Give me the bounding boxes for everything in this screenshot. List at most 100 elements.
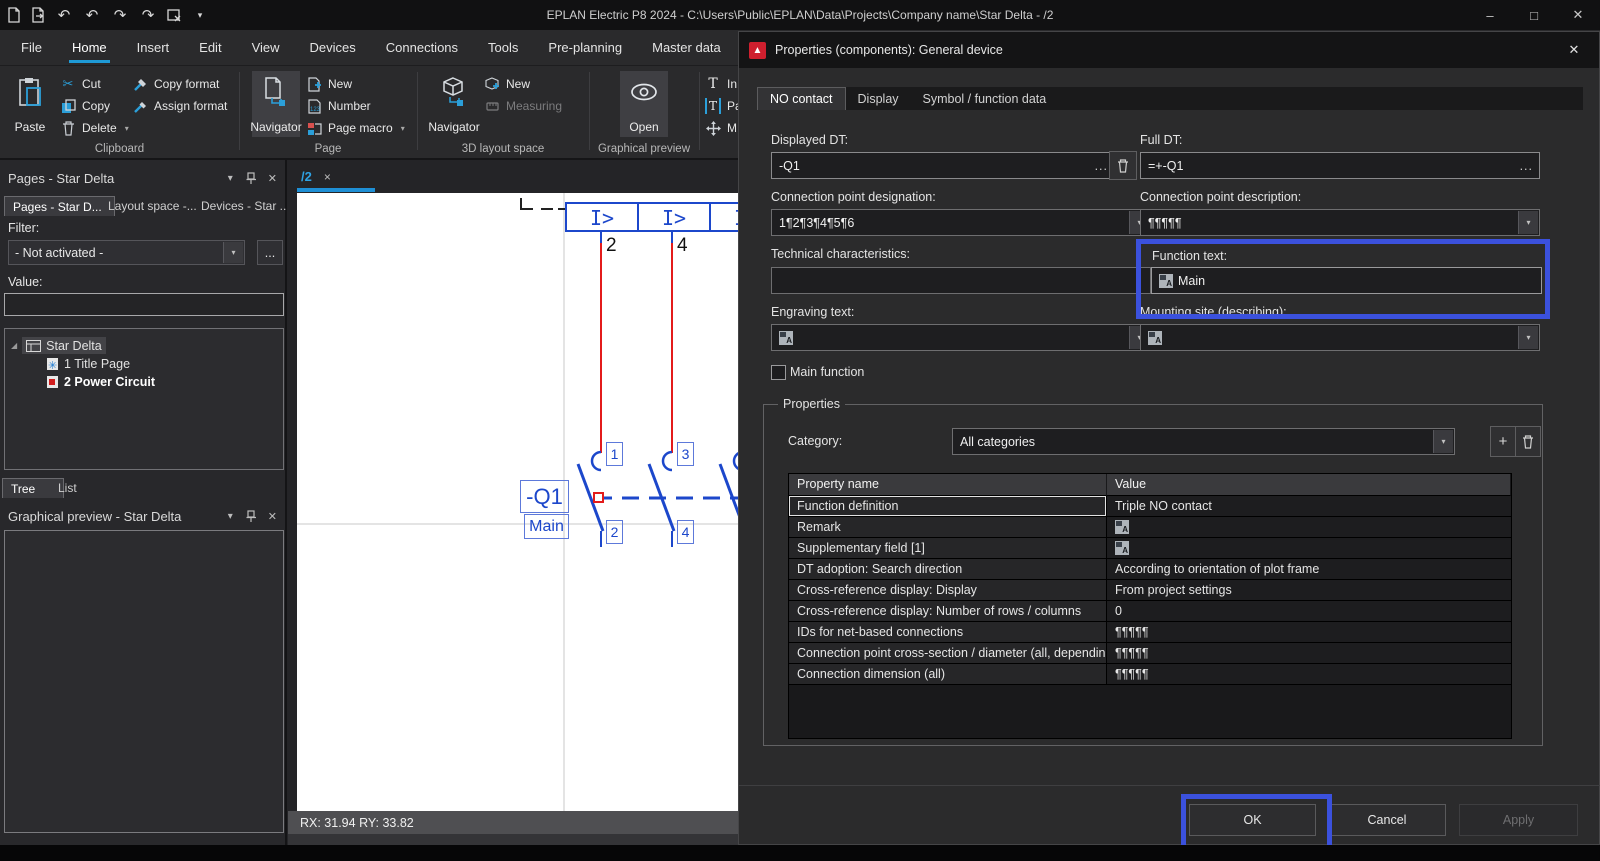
page-number-button[interactable]: 123 Number: [306, 96, 371, 116]
menu-master-data[interactable]: Master data: [637, 30, 736, 65]
property-name-cell[interactable]: Remark: [789, 517, 1107, 538]
category-combobox[interactable]: All categories ▾: [952, 428, 1455, 455]
property-name-cell[interactable]: DT adoption: Search direction: [789, 559, 1107, 580]
close-panel-icon[interactable]: ✕: [268, 172, 277, 185]
cut-button[interactable]: ✂ Cut: [60, 74, 101, 94]
dock-tab-pages[interactable]: Pages - Star D...: [4, 196, 115, 216]
pin-icon[interactable]: [245, 509, 256, 523]
filter-browse-button[interactable]: ...: [257, 240, 283, 265]
close-window-button[interactable]: ✕: [1556, 0, 1600, 30]
technical-characteristics-input[interactable]: [771, 267, 1151, 294]
new-page-icon[interactable]: [6, 7, 22, 23]
page-new-button[interactable]: New: [306, 74, 352, 94]
copy-format-button[interactable]: Copy format: [132, 74, 219, 94]
filter-dropdown-icon[interactable]: ▾: [223, 242, 243, 263]
property-name-cell[interactable]: Function definition: [789, 496, 1107, 517]
dropdown-icon[interactable]: ▾: [1433, 430, 1453, 453]
table-row[interactable]: IDs for net-based connections ¶¶¶¶¶: [789, 622, 1511, 643]
menu-tools[interactable]: Tools: [473, 30, 533, 65]
device-tag-label[interactable]: -Q1: [520, 480, 569, 513]
graphical-preview-canvas[interactable]: [4, 530, 284, 833]
property-value-cell[interactable]: ¶¶¶¶¶: [1107, 664, 1511, 685]
restore-button[interactable]: □: [1512, 0, 1556, 30]
add-property-button[interactable]: +: [1490, 426, 1516, 457]
editor-tab[interactable]: /2 ×: [297, 165, 335, 188]
menu-insert[interactable]: Insert: [122, 30, 185, 65]
property-value-cell[interactable]: [1107, 538, 1511, 559]
menu-connections[interactable]: Connections: [371, 30, 473, 65]
property-value-cell[interactable]: ¶¶¶¶¶: [1107, 643, 1511, 664]
graphical-preview-header[interactable]: Graphical preview - Star Delta ▾ ✕: [0, 504, 285, 528]
tree-item-project[interactable]: ◢ Star Delta: [11, 337, 106, 354]
property-name-cell[interactable]: Connection dimension (all): [789, 664, 1107, 685]
cp-designation-combobox[interactable]: 1¶2¶3¶4¶5¶6 ▾: [771, 209, 1151, 236]
page-macro-button[interactable]: Page macro ▾: [306, 118, 405, 138]
expander-icon[interactable]: ◢: [11, 341, 17, 350]
layout-navigator-button[interactable]: Navigator: [428, 71, 480, 137]
menu-view[interactable]: View: [237, 30, 295, 65]
tab-symbol-function-data[interactable]: Symbol / function data: [911, 87, 1059, 110]
tab-display[interactable]: Display: [846, 87, 911, 110]
function-text-input[interactable]: Main: [1151, 267, 1542, 294]
minimize-button[interactable]: –: [1468, 0, 1512, 30]
redo-list-icon[interactable]: ↷: [138, 6, 158, 24]
pin-icon[interactable]: [245, 171, 256, 185]
copy-button[interactable]: Copy: [60, 96, 110, 116]
property-value-cell[interactable]: 0: [1107, 601, 1511, 622]
table-row[interactable]: DT adoption: Search direction According …: [789, 559, 1511, 580]
assign-format-button[interactable]: Assign format: [132, 96, 227, 116]
dock-tab-devices[interactable]: Devices - Star ...: [193, 196, 301, 215]
tree-item-power-circuit[interactable]: 2 Power Circuit: [45, 373, 155, 390]
browse-dots[interactable]: ...: [1520, 159, 1533, 173]
undo-list-icon[interactable]: ↶: [54, 6, 74, 24]
property-value-cell[interactable]: From project settings: [1107, 580, 1511, 601]
chevron-down-icon[interactable]: ▾: [228, 511, 233, 522]
menu-file[interactable]: File: [6, 30, 57, 65]
tree-item-title-page[interactable]: ✳ 1 Title Page: [45, 355, 130, 372]
property-value-cell[interactable]: [1107, 517, 1511, 538]
open-preview-button[interactable]: Open: [620, 71, 668, 137]
path-function-text-button[interactable]: T Pa: [705, 96, 738, 116]
schematic-canvas[interactable]: I> I> I> 2 4 1 3 2 4 -Q1 Main: [297, 193, 738, 811]
close-panel-icon[interactable]: ✕: [268, 510, 277, 523]
cp-description-combobox[interactable]: ¶¶¶¶¶ ▾: [1140, 209, 1540, 236]
cancel-button[interactable]: Cancel: [1328, 804, 1446, 836]
cancel-action-icon[interactable]: [166, 7, 182, 23]
page-navigator-button[interactable]: Navigator: [250, 71, 302, 137]
column-header-value[interactable]: Value: [1107, 474, 1511, 496]
measuring-button[interactable]: Measuring: [484, 96, 562, 116]
close-tab-icon[interactable]: ×: [324, 170, 331, 184]
property-name-cell[interactable]: Cross-reference display: Display: [789, 580, 1107, 601]
property-name-cell[interactable]: IDs for net-based connections: [789, 622, 1107, 643]
paste-button[interactable]: Paste: [6, 71, 54, 137]
menu-devices[interactable]: Devices: [295, 30, 371, 65]
menu-pre-planning[interactable]: Pre-planning: [533, 30, 637, 65]
close-page-icon[interactable]: [30, 7, 46, 23]
dropdown-icon[interactable]: ▾: [1518, 211, 1538, 234]
table-row[interactable]: Connection dimension (all) ¶¶¶¶¶: [789, 664, 1511, 685]
mounting-site-combobox[interactable]: ▾: [1140, 324, 1540, 351]
apply-button[interactable]: Apply: [1459, 804, 1578, 836]
full-dt-input[interactable]: =+-Q1 ...: [1140, 152, 1540, 179]
property-name-cell[interactable]: Supplementary field [1]: [789, 538, 1107, 559]
browse-dots[interactable]: ...: [1095, 159, 1108, 173]
dock-tab-layout-space[interactable]: Layout space -...: [100, 196, 206, 215]
property-value-cell[interactable]: According to orientation of plot frame: [1107, 559, 1511, 580]
chevron-down-icon[interactable]: ▾: [228, 173, 233, 184]
property-value-cell[interactable]: Triple NO contact: [1107, 496, 1511, 517]
delete-button[interactable]: Delete ▾: [60, 118, 129, 138]
dialog-title-bar[interactable]: ▲ Properties (components): General devic…: [739, 32, 1599, 68]
table-row[interactable]: Cross-reference display: Display From pr…: [789, 580, 1511, 601]
ok-button[interactable]: OK: [1189, 804, 1316, 836]
table-row[interactable]: Connection point cross-section / diamete…: [789, 643, 1511, 664]
delete-dt-button[interactable]: [1109, 151, 1137, 180]
pages-panel-header[interactable]: Pages - Star Delta ▾ ✕: [0, 166, 285, 190]
undo-icon[interactable]: ↶: [82, 6, 102, 24]
table-row[interactable]: Supplementary field [1]: [789, 538, 1511, 559]
engraving-text-combobox[interactable]: ▾: [771, 324, 1151, 351]
dialog-close-icon[interactable]: ✕: [1563, 40, 1585, 60]
function-text-label[interactable]: Main: [524, 514, 569, 539]
insert-text-button[interactable]: T In: [705, 74, 737, 94]
menu-home[interactable]: Home: [57, 30, 122, 65]
property-name-cell[interactable]: Cross-reference display: Number of rows …: [789, 601, 1107, 622]
